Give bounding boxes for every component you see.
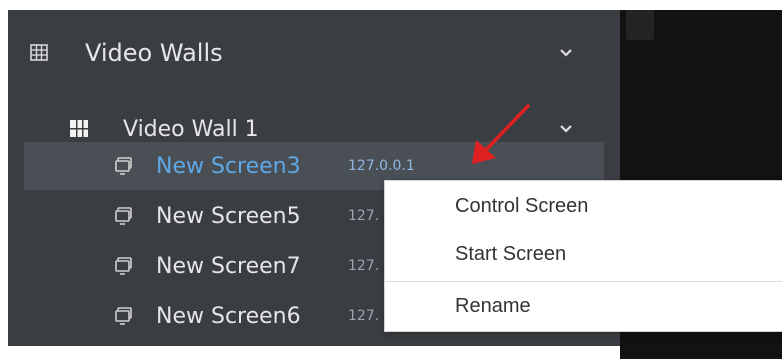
monitor-icon <box>115 157 132 175</box>
video-walls-group-header[interactable]: Video Walls <box>8 30 620 76</box>
start-screen-menu-item[interactable]: Start Screen <box>385 231 782 277</box>
screen-ip: 127. <box>348 208 380 224</box>
video-wall-1-label: Video Wall 1 <box>123 116 259 142</box>
screen-name: New Screen3 <box>156 153 301 179</box>
video-walls-label: Video Walls <box>85 39 223 67</box>
monitor-icon <box>115 307 132 325</box>
menu-divider <box>385 281 782 282</box>
screen-name: New Screen6 <box>156 303 301 329</box>
menu-item-label: Control Screen <box>455 194 589 217</box>
screen-ip: 127.0.0.1 <box>348 158 415 174</box>
menu-item-label: Start Screen <box>455 242 567 265</box>
grid-icon <box>30 44 48 61</box>
screen-ip: 127. <box>348 308 380 324</box>
monitor-icon <box>115 257 132 275</box>
scrollbar-thumb[interactable] <box>626 10 654 40</box>
video-wall-icon <box>70 120 88 137</box>
control-screen-menu-item[interactable]: Control Screen <box>385 183 782 229</box>
screen-name: New Screen7 <box>156 253 301 279</box>
screen-name: New Screen5 <box>156 203 301 229</box>
screen-context-menu: Control Screen Start Screen Rename <box>384 180 782 332</box>
monitor-icon <box>115 207 132 225</box>
screen-ip: 127. <box>348 258 380 274</box>
annotation-arrow-icon <box>472 104 530 164</box>
chevron-down-icon[interactable] <box>559 124 573 134</box>
menu-item-label: Rename <box>455 294 531 317</box>
rename-menu-item[interactable]: Rename <box>385 283 782 329</box>
chevron-down-icon[interactable] <box>559 48 573 58</box>
